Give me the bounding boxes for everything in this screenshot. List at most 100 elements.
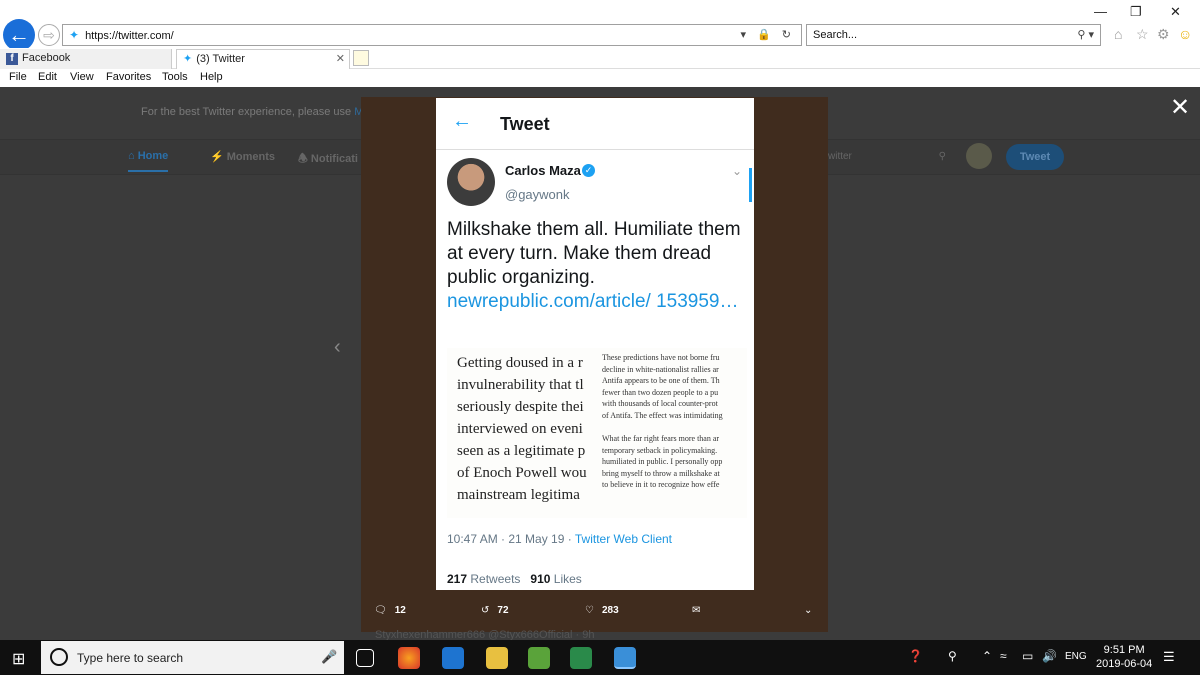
article-line: fewer than two dozen people to a pu (602, 387, 719, 397)
nav-notifications-label: Notificati (310, 153, 358, 165)
menu-edit[interactable]: Edit (38, 71, 57, 83)
article-line: These predictions have not borne fru (602, 353, 720, 362)
tab-label: Facebook (22, 52, 71, 64)
avatar[interactable] (966, 143, 992, 169)
verified-icon: ✓ (582, 164, 595, 177)
author-handle: @gaywonk (505, 187, 570, 202)
reply-icon: 🗨 (374, 605, 387, 616)
home-icon[interactable]: ⌂ (1114, 26, 1122, 42)
windows-start-icon[interactable]: ⊞ (12, 649, 25, 669)
menu-file[interactable]: File (9, 71, 27, 83)
chevron-down-icon: ⌄ (804, 605, 813, 616)
clock[interactable]: 9:51 PM 2019-06-04 (1096, 643, 1152, 671)
nav-moments-label: Moments (226, 151, 276, 163)
twitter-search-input[interactable]: witter ⚲ (828, 146, 948, 168)
retweet-button[interactable]: ↺ 72 (481, 605, 509, 616)
internet-explorer-icon[interactable] (614, 647, 636, 669)
menu-tools[interactable]: Tools (162, 71, 188, 83)
twitter-bird-icon: ✦ (69, 28, 80, 42)
chevron-up-icon[interactable]: ⌃ (982, 649, 992, 663)
edge-icon[interactable] (442, 647, 464, 669)
search-icon[interactable]: ⚲ (939, 146, 946, 168)
article-line: seriously despite thei (457, 399, 584, 415)
search-icon[interactable]: ⚲ ▾ (1077, 25, 1094, 45)
message-button[interactable]: ✉ (692, 605, 708, 616)
gear-icon[interactable]: ⚙ (1157, 26, 1170, 43)
microphone-icon[interactable]: 🎤 (321, 649, 337, 665)
author-avatar (447, 158, 495, 206)
article-line: of Enoch Powell wou (457, 465, 587, 481)
article-line: bring myself to throw a milkshake at (602, 468, 720, 478)
previous-arrow-icon[interactable]: ‹ (334, 336, 341, 359)
file-explorer-icon[interactable] (486, 647, 508, 669)
like-button[interactable]: ♡ 283 (585, 605, 619, 616)
restore-icon[interactable]: ❐ (1130, 4, 1142, 20)
tweet-timestamp: 10:47 AM · 21 May 19 · Twitter Web Clien… (447, 532, 672, 546)
address-controls-icon[interactable]: ▾ 🔒 ↻ (740, 25, 795, 45)
menu-view[interactable]: View (70, 71, 94, 83)
battery-icon[interactable]: ▭ (1022, 649, 1033, 663)
nav-moments[interactable]: ⚡ Moments (210, 150, 275, 163)
help-icon[interactable]: ❓ (908, 649, 923, 663)
nav-notifications[interactable]: 🕭 Notificati (298, 150, 358, 169)
reply-button[interactable]: 🗨 12 (374, 605, 406, 616)
close-modal-icon[interactable]: ✕ (1170, 93, 1190, 122)
article-right-column: These predictions have not borne fru dec… (602, 352, 747, 491)
app-icon[interactable] (528, 647, 550, 669)
tab-twitter[interactable]: ✦ (3) Twitter ✕ (176, 49, 350, 69)
forward-button[interactable]: ⇨ (38, 24, 60, 46)
favorites-star-icon[interactable]: ☆ (1136, 26, 1149, 43)
clock-date: 2019-06-04 (1096, 658, 1153, 670)
like-count: 283 (601, 605, 619, 616)
browser-toolbar: ← ⇨ ✦ https://twitter.com/ ▾ 🔒 ↻ Search..… (0, 0, 1200, 51)
modal-action-bar: 🗨 12 ↺ 72 ♡ 283 ✉ ⌄ (361, 600, 828, 628)
new-tab-button[interactable] (353, 50, 369, 66)
article-line: Getting doused in a r (457, 355, 583, 371)
menu-favorites[interactable]: Favorites (106, 71, 151, 83)
envelope-icon: ✉ (692, 605, 701, 616)
retweets-label: Retweets (470, 572, 521, 586)
article-line: mainstream legitima (457, 487, 580, 503)
more-button[interactable]: ⌄ (804, 605, 820, 616)
back-button[interactable]: ← (3, 19, 35, 51)
browser-search-placeholder: Search... (813, 29, 858, 41)
article-line: with thousands of local counter-prot (602, 399, 718, 408)
taskbar-search-box[interactable]: Type here to search 🎤 (41, 641, 344, 674)
retweet-count: 72 (497, 605, 509, 616)
wifi-icon[interactable]: ≈ (1000, 649, 1007, 663)
smiley-icon[interactable]: ☺ (1178, 26, 1192, 42)
firefox-icon[interactable] (398, 647, 420, 669)
article-line: humiliated in public. I personally opp (602, 457, 723, 466)
menu-bar: File Edit View Favorites Tools Help (0, 69, 1200, 87)
minimize-icon[interactable]: — (1094, 4, 1107, 19)
facebook-icon: f (6, 53, 18, 65)
tripadvisor-icon[interactable] (570, 647, 592, 669)
browser-search-input[interactable]: Search... ⚲ ▾ (806, 24, 1101, 46)
tweet-button[interactable]: Tweet (1006, 144, 1064, 170)
people-icon[interactable]: ⚲ (948, 649, 957, 663)
close-tab-icon[interactable]: ✕ (336, 50, 345, 68)
tab-facebook[interactable]: f Facebook (0, 49, 172, 69)
clock-time: 9:51 PM (1103, 644, 1145, 656)
volume-icon[interactable]: 🔊 (1042, 649, 1057, 663)
article-line: of Antifa. The effect was intimidating (602, 410, 723, 420)
address-bar[interactable]: ✦ https://twitter.com/ ▾ 🔒 ↻ (62, 24, 802, 46)
article-line: to believe in it to recognize how effe (602, 480, 720, 489)
tweet-screenshot: ← Tweet Carlos Maza ✓ @gaywonk ⌄ Milksha… (436, 98, 754, 590)
browser-notice-text: For the best Twitter experience, please … (141, 106, 355, 118)
notification-icon[interactable]: ☰ (1163, 649, 1175, 665)
retweet-icon: ↺ (481, 605, 490, 616)
menu-help[interactable]: Help (200, 71, 223, 83)
tweet-link: newrepublic.com/article/ 153959… (447, 291, 739, 312)
article-image: Getting doused in a r invulnerability th… (447, 348, 747, 518)
language-indicator[interactable]: ENG (1065, 651, 1087, 662)
task-view-icon[interactable] (356, 649, 374, 667)
taskbar: ⊞ Type here to search 🎤 ❓ ⚲ ⌃ ≈ ▭ 🔊 ENG … (0, 640, 1200, 675)
close-window-icon[interactable]: ✕ (1170, 4, 1181, 20)
nav-home[interactable]: ⌂ Home (128, 150, 169, 172)
taskbar-search-placeholder: Type here to search (77, 651, 184, 665)
heart-icon: ♡ (585, 605, 594, 616)
article-line: decline in white-nationalist rallies ar (602, 364, 719, 374)
article-left-column: Getting doused in a r invulnerability th… (457, 352, 599, 506)
tweet-stats: 217 Retweets 910 Likes (447, 572, 582, 586)
